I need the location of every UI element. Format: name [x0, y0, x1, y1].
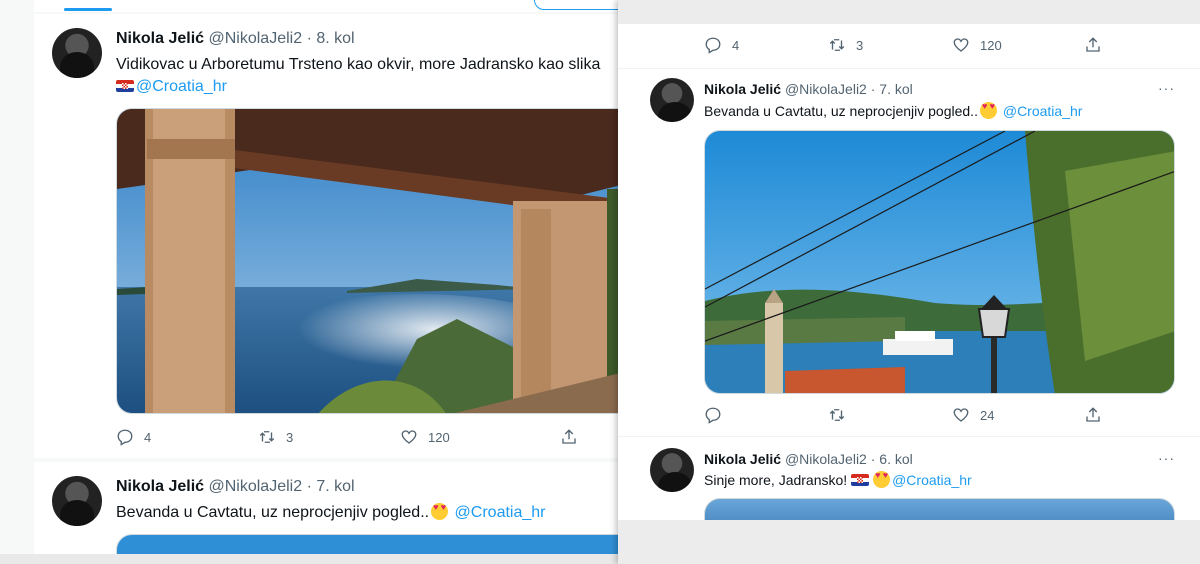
- tweet-header: Nikola Jelić @NikolaJeli2 · 6. kol: [704, 451, 913, 467]
- tweet-text-line: Bevanda u Cavtatu, uz neprocjenjiv pogle…: [116, 504, 430, 521]
- tweet-text-line: Vidikovac u Arboretumu Trsteno kao okvir…: [116, 56, 601, 73]
- mention-link[interactable]: @Croatia_hr: [1003, 103, 1083, 119]
- reply-icon: [117, 429, 133, 446]
- author-name[interactable]: Nikola Jelić: [116, 478, 204, 495]
- photo-cavtat-view: [705, 131, 1174, 393]
- tweet-text: Bevanda u Cavtatu, uz neprocjenjiv pogle…: [116, 502, 546, 524]
- share-icon: [1086, 407, 1100, 422]
- mention-link[interactable]: @Croatia_hr: [892, 472, 972, 488]
- share-icon: [562, 429, 576, 444]
- left-timeline-panel: Nikola Jelić @NikolaJeli2 · 8. kol Vidik…: [0, 0, 640, 564]
- active-tab-indicator: [64, 8, 112, 11]
- timeline-header-strip: [34, 0, 640, 12]
- author-handle[interactable]: @NikolaJeli2: [209, 478, 303, 495]
- like-icon: [401, 430, 417, 444]
- share-button[interactable]: [1084, 406, 1102, 424]
- author-handle[interactable]: @NikolaJeli2: [209, 30, 303, 47]
- tweet-text: Sinje more, Jadransko! @Croatia_hr: [704, 470, 972, 490]
- croatia-flag-icon: [116, 80, 134, 92]
- divider: [618, 436, 1200, 437]
- reply-icon: [705, 37, 721, 54]
- window-bottom-edge: [0, 554, 640, 564]
- reply-button[interactable]: 4: [116, 428, 258, 446]
- heart-eyes-emoji-icon: [873, 471, 891, 488]
- tweet-text-line: Bevanda u Cavtatu, uz neprocjenjiv pogle…: [704, 103, 978, 119]
- retweet-count: 3: [856, 37, 864, 53]
- avatar[interactable]: [650, 78, 694, 122]
- mention-link[interactable]: @Croatia_hr: [455, 504, 546, 521]
- more-icon[interactable]: ···: [1158, 450, 1175, 466]
- retweet-count: 3: [286, 429, 294, 445]
- retweet-icon: [829, 39, 845, 51]
- heart-eyes-emoji-icon: [979, 102, 997, 119]
- window-bottom-edge: [618, 520, 1200, 564]
- retweet-button[interactable]: 3: [828, 36, 952, 54]
- tweet-photo[interactable]: [116, 108, 636, 414]
- tweet-date[interactable]: · 7. kol: [871, 81, 913, 97]
- author-name[interactable]: Nikola Jelić: [704, 451, 781, 467]
- avatar[interactable]: [52, 28, 102, 78]
- like-button[interactable]: 24: [952, 406, 1084, 424]
- tweet-photo[interactable]: [704, 130, 1175, 394]
- more-icon[interactable]: ···: [1158, 80, 1175, 96]
- tweet-card[interactable]: Nikola Jelić @NikolaJeli2 · 7. kol Bevan…: [34, 462, 636, 564]
- like-count: 120: [428, 429, 450, 445]
- share-button[interactable]: [560, 428, 578, 446]
- retweet-button[interactable]: 3: [258, 428, 400, 446]
- reply-button[interactable]: [704, 406, 828, 424]
- tweet-header: Nikola Jelić @NikolaJeli2 · 7. kol: [116, 478, 355, 496]
- like-count: 120: [980, 37, 1002, 53]
- author-name[interactable]: Nikola Jelić: [704, 81, 781, 97]
- share-icon: [1086, 37, 1100, 52]
- avatar[interactable]: [52, 476, 102, 526]
- author-name[interactable]: Nikola Jelić: [116, 30, 204, 47]
- tweet-text: Vidikovac u Arboretumu Trsteno kao okvir…: [116, 54, 600, 98]
- like-button[interactable]: 120: [952, 36, 1084, 54]
- tweet-date[interactable]: · 6. kol: [871, 451, 913, 467]
- tweet-header: Nikola Jelić @NikolaJeli2 · 8. kol: [116, 30, 355, 48]
- tweet-text: Bevanda u Cavtatu, uz neprocjenjiv pogle…: [704, 101, 1082, 121]
- reply-icon: [705, 407, 721, 424]
- reply-button[interactable]: 4: [704, 36, 828, 54]
- divider: [618, 68, 1200, 69]
- tweet-date[interactable]: · 8. kol: [307, 30, 355, 47]
- author-handle[interactable]: @NikolaJeli2: [785, 451, 867, 467]
- avatar[interactable]: [650, 448, 694, 492]
- tweet-card[interactable]: Nikola Jelić @NikolaJeli2 · 8. kol Vidik…: [34, 14, 636, 458]
- share-button[interactable]: [1084, 36, 1102, 54]
- tweet-actions: 4 3 120: [116, 428, 636, 446]
- mention-link[interactable]: @Croatia_hr: [136, 78, 227, 95]
- reply-count: 4: [732, 37, 740, 53]
- like-icon: [953, 38, 969, 52]
- tweet-actions: 4 3 120: [704, 36, 1184, 54]
- tweet-date[interactable]: · 7. kol: [307, 478, 355, 495]
- like-count: 24: [980, 407, 995, 423]
- croatia-flag-icon: [851, 474, 870, 486]
- right-timeline-panel: 4 3 120 Nikola Jelić @NikolaJeli2 · 7. k…: [618, 0, 1200, 564]
- retweet-button[interactable]: [828, 406, 952, 424]
- tweet-text-line: Sinje more, Jadransko!: [704, 472, 848, 488]
- retweet-icon: [259, 431, 275, 443]
- heart-eyes-emoji-icon: [431, 503, 449, 520]
- author-handle[interactable]: @NikolaJeli2: [785, 81, 867, 97]
- tweet-actions: 24: [704, 406, 1184, 424]
- window-top-edge: [618, 0, 1200, 24]
- retweet-icon: [829, 409, 845, 421]
- tweet-header: Nikola Jelić @NikolaJeli2 · 7. kol: [704, 81, 913, 97]
- like-icon: [953, 408, 969, 422]
- like-button[interactable]: 120: [400, 428, 560, 446]
- photo-trsteno-viewpoint: [117, 109, 635, 413]
- reply-count: 4: [144, 429, 152, 445]
